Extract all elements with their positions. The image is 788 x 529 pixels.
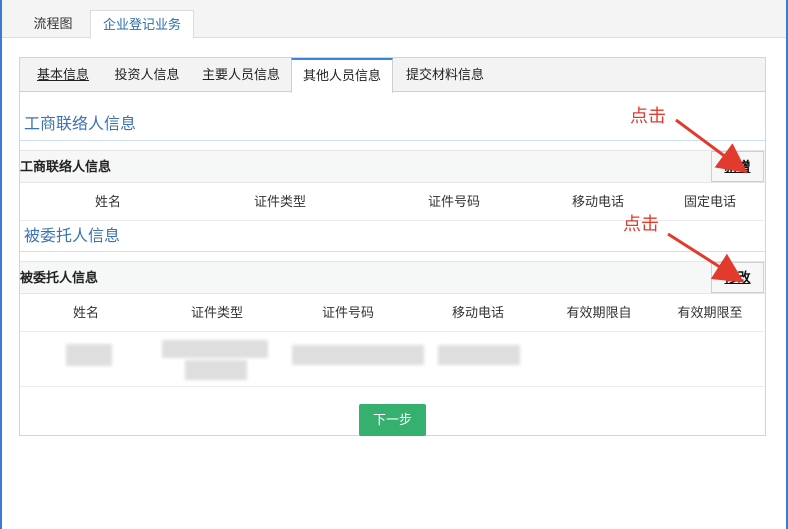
tab-enterprise-registration[interactable]: 企业登记业务 [90, 10, 194, 39]
next-step-button[interactable]: 下一步 [359, 404, 426, 436]
section-title-entrusted-person: 被委托人信息 [24, 228, 121, 245]
entrusted-person-label: 被委托人信息 [20, 270, 99, 285]
redacted-cell [185, 360, 247, 380]
redacted-cell [292, 345, 424, 365]
column-landline: 固定电话 [683, 194, 736, 209]
column-id-type: 证件类型 [253, 194, 306, 209]
entrusted-person-header: 被委托人信息 修改 [20, 261, 765, 294]
column-valid-from: 有效期限自 [566, 305, 632, 320]
inner-tab-bar: 基本信息 投资人信息 主要人员信息 其他人员信息 提交材料信息 [20, 58, 765, 93]
window-left-border [0, 0, 2, 529]
add-button[interactable]: 新增 [711, 151, 764, 182]
column-mobile: 移动电话 [451, 305, 504, 320]
column-name: 姓名 [94, 194, 121, 209]
column-id-number: 证件号码 [427, 194, 480, 209]
section-divider [20, 251, 765, 252]
redacted-cell [66, 344, 112, 366]
annotation-click-label: 点击 [630, 106, 666, 126]
row-divider [20, 331, 765, 332]
column-valid-to: 有效期限至 [677, 305, 743, 320]
tab-investor-info[interactable]: 投资人信息 [102, 58, 192, 92]
tab-submitted-materials[interactable]: 提交材料信息 [396, 58, 494, 92]
top-tab-bar: 流程图 企业登记业务 [2, 0, 786, 39]
tab-key-personnel-info[interactable]: 主要人员信息 [192, 58, 290, 92]
entrusted-person-columns: 姓名 证件类型 证件号码 移动电话 有效期限自 有效期限至 [20, 295, 765, 331]
tab-flowchart[interactable]: 流程图 [20, 10, 86, 39]
tab-basic-info[interactable]: 基本信息 [24, 58, 102, 92]
section-title-business-contact: 工商联络人信息 [24, 116, 137, 133]
business-contact-header: 工商联络人信息 新增 [20, 150, 765, 183]
business-contact-label: 工商联络人信息 [20, 159, 112, 174]
column-name: 姓名 [72, 305, 99, 320]
section-divider [20, 140, 765, 141]
redacted-cell [162, 340, 268, 358]
column-id-number: 证件号码 [321, 305, 374, 320]
column-id-type: 证件类型 [190, 305, 243, 320]
redacted-cell [438, 345, 520, 365]
tab-other-personnel-info[interactable]: 其他人员信息 [291, 58, 393, 93]
edit-button[interactable]: 修改 [711, 262, 764, 293]
row-divider [20, 386, 765, 387]
annotation-click-label: 点击 [623, 214, 659, 234]
